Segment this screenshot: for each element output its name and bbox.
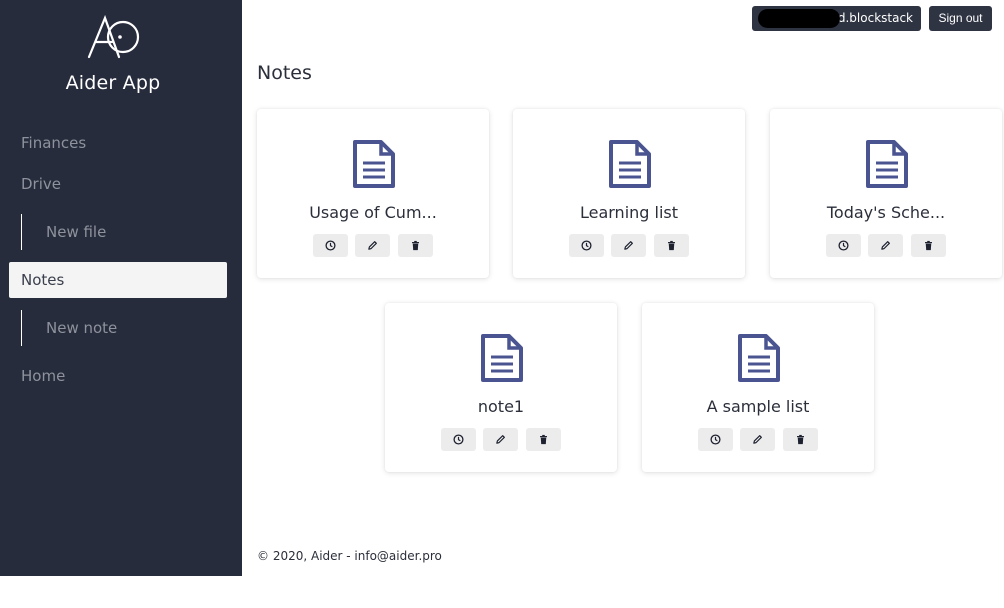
clock-icon	[453, 434, 464, 445]
note-card[interactable]: Learning list	[513, 109, 745, 278]
page-title: Notes	[257, 62, 312, 84]
sign-out-button[interactable]: Sign out	[929, 6, 992, 31]
redacted-username	[758, 9, 840, 28]
delete-button[interactable]	[654, 234, 689, 257]
edit-button[interactable]	[868, 234, 903, 257]
note-card[interactable]: Today's Sche...	[770, 109, 1002, 278]
pencil-icon	[624, 241, 633, 250]
edit-button[interactable]	[611, 234, 646, 257]
pencil-icon	[753, 435, 762, 444]
note-actions	[569, 234, 689, 257]
clock-icon	[838, 240, 849, 251]
trash-icon	[797, 434, 804, 445]
sidebar: Aider App Finances Drive New file Notes …	[0, 0, 242, 576]
note-card[interactable]: A sample list	[642, 303, 874, 472]
document-icon	[481, 334, 523, 382]
trash-icon	[540, 434, 547, 445]
delete-button[interactable]	[911, 234, 946, 257]
trash-icon	[412, 240, 419, 251]
note-title[interactable]: note1	[385, 397, 617, 416]
trash-icon	[925, 240, 932, 251]
delete-button[interactable]	[398, 234, 433, 257]
note-card[interactable]: note1	[385, 303, 617, 472]
history-button[interactable]	[698, 428, 733, 451]
note-card[interactable]: Usage of Cum...	[257, 109, 489, 278]
edit-button[interactable]	[740, 428, 775, 451]
aider-logo-icon[interactable]	[85, 15, 141, 59]
app-title: Aider App	[65, 72, 161, 94]
clock-icon	[325, 240, 336, 251]
document-icon	[866, 140, 908, 188]
note-title[interactable]: Today's Sche...	[770, 203, 1002, 222]
delete-button[interactable]	[783, 428, 818, 451]
app-root: Aider App Finances Drive New file Notes …	[0, 0, 1004, 608]
history-button[interactable]	[569, 234, 604, 257]
sidebar-item-new-note[interactable]: New note	[21, 310, 117, 346]
sidebar-item-finances[interactable]: Finances	[21, 134, 86, 152]
clock-icon	[581, 240, 592, 251]
history-button[interactable]	[313, 234, 348, 257]
note-title[interactable]: Learning list	[513, 203, 745, 222]
document-icon	[353, 140, 395, 188]
user-id-label: .id.blockstack	[830, 11, 913, 25]
note-actions	[698, 428, 818, 451]
sidebar-item-notes[interactable]: Notes	[9, 262, 227, 298]
document-icon	[609, 140, 651, 188]
sidebar-item-drive[interactable]: Drive	[21, 175, 61, 193]
history-button[interactable]	[441, 428, 476, 451]
sidebar-item-home[interactable]: Home	[21, 367, 65, 385]
trash-icon	[668, 240, 675, 251]
history-button[interactable]	[826, 234, 861, 257]
delete-button[interactable]	[526, 428, 561, 451]
note-actions	[313, 234, 433, 257]
note-actions	[826, 234, 946, 257]
user-badge[interactable]: .id.blockstack	[752, 6, 921, 31]
note-actions	[441, 428, 561, 451]
note-title[interactable]: Usage of Cum...	[257, 203, 489, 222]
clock-icon	[710, 434, 721, 445]
sidebar-item-new-file[interactable]: New file	[21, 214, 106, 250]
pencil-icon	[496, 435, 505, 444]
pencil-icon	[881, 241, 890, 250]
note-title[interactable]: A sample list	[642, 397, 874, 416]
edit-button[interactable]	[483, 428, 518, 451]
edit-button[interactable]	[355, 234, 390, 257]
footer-text: © 2020, Aider - info@aider.pro	[257, 549, 442, 563]
pencil-icon	[368, 241, 377, 250]
document-icon	[738, 334, 780, 382]
